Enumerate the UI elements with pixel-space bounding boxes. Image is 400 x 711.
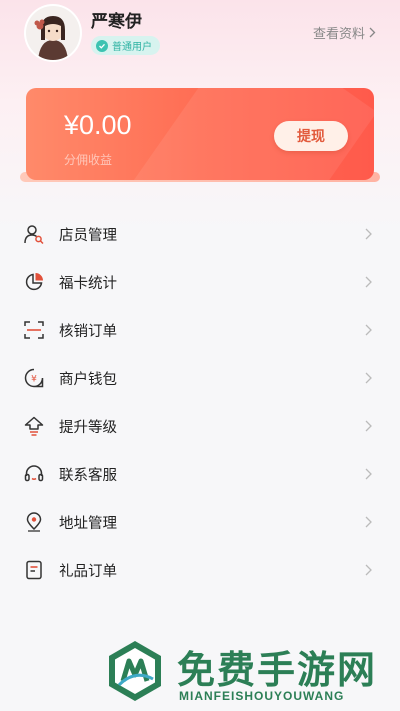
- chevron-right-icon: [365, 420, 372, 432]
- scan-icon: [24, 321, 44, 339]
- avatar-image: [26, 6, 80, 60]
- chevron-right-icon: [365, 228, 372, 240]
- withdraw-button[interactable]: 提现: [274, 121, 348, 151]
- location-icon: [26, 512, 42, 532]
- chevron-right-icon: [365, 324, 372, 336]
- earnings-amount: ¥0.00: [64, 110, 132, 140]
- menu-label: 店员管理: [59, 228, 117, 244]
- menu-label: 地址管理: [59, 516, 117, 532]
- menu-item-staff[interactable]: 店员管理: [0, 210, 400, 258]
- headset-icon: [24, 465, 44, 482]
- chevron-right-icon: [365, 564, 372, 576]
- upgrade-icon: [24, 416, 44, 436]
- username: 严寒伊: [91, 12, 142, 32]
- menu-item-customer-service[interactable]: 联系客服: [0, 450, 400, 498]
- badge-label: 普通用户: [112, 42, 152, 53]
- svg-text:¥: ¥: [31, 375, 37, 385]
- menu-item-merchant-wallet[interactable]: ¥ 商户钱包: [0, 354, 400, 402]
- view-profile-link[interactable]: 查看资料: [313, 23, 376, 42]
- menu-item-upgrade-level[interactable]: 提升等级: [0, 402, 400, 450]
- menu-item-card-stats[interactable]: 福卡统计: [0, 258, 400, 306]
- menu-label: 联系客服: [59, 468, 117, 484]
- chevron-right-icon: [365, 276, 372, 288]
- menu-list: 店员管理 福卡统计 核销订单 ¥ 商户钱包 提升等级 联系客服 地址管理 礼品订…: [0, 210, 400, 594]
- chevron-right-icon: [365, 372, 372, 384]
- watermark-logo: [109, 641, 161, 701]
- profile-header: 严寒伊 普通用户 查看资料: [0, 0, 400, 80]
- watermark: 免费手游网 MIANFEISHOUYOUWANG: [103, 635, 393, 711]
- menu-label: 福卡统计: [59, 276, 117, 292]
- staff-icon: [24, 225, 44, 244]
- earnings-card: ¥0.00 分佣收益 提现: [26, 88, 374, 180]
- menu-item-verify-orders[interactable]: 核销订单: [0, 306, 400, 354]
- watermark-subtitle: MIANFEISHOUYOUWANG: [179, 689, 345, 703]
- earnings-label: 分佣收益: [64, 153, 113, 167]
- menu-item-gift-orders[interactable]: 礼品订单: [0, 546, 400, 594]
- menu-item-address[interactable]: 地址管理: [0, 498, 400, 546]
- chevron-right-icon: [365, 516, 372, 528]
- pie-chart-icon: [25, 273, 43, 291]
- view-profile-label: 查看资料: [312, 27, 365, 42]
- check-icon: [96, 39, 108, 52]
- menu-label: 核销订单: [59, 324, 117, 340]
- user-level-badge: 普通用户: [91, 36, 160, 55]
- watermark-title: 免费手游网: [177, 647, 378, 692]
- menu-label: 礼品订单: [59, 564, 117, 580]
- menu-label: 商户钱包: [59, 372, 117, 388]
- menu-label: 提升等级: [59, 420, 117, 436]
- chevron-right-icon: [365, 468, 372, 480]
- wallet-icon: ¥: [24, 368, 44, 388]
- gift-order-icon: [26, 560, 42, 580]
- chevron-right-icon: [369, 27, 376, 38]
- avatar[interactable]: [26, 6, 80, 60]
